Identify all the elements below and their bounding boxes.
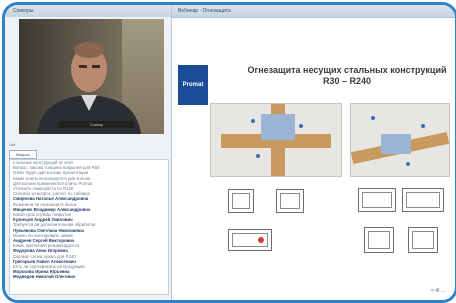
fire-board: [261, 114, 295, 140]
marker-icon: [421, 124, 425, 128]
fire-marker-icon: [258, 237, 264, 243]
column-section-2: [408, 227, 438, 253]
right-panel: Вебинар · Огнезащита Promat Огнезащита н…: [172, 5, 455, 300]
slide-footer: < 4/ ...: [430, 288, 445, 294]
marker-icon: [406, 162, 410, 166]
right-panel-header: Вебинар · Огнезащита: [172, 5, 455, 18]
speaker-figure: [37, 42, 141, 134]
beam-section-2: [402, 188, 444, 212]
fire-board: [381, 134, 411, 154]
beam-section-1: [358, 188, 396, 212]
chat-author: Медведев Николай Олегович: [13, 274, 76, 280]
speaker-video[interactable]: Спикер: [19, 19, 164, 134]
video-caption: Спикер: [59, 121, 134, 128]
cross-section-3: [228, 229, 272, 251]
left-panel: Спикеры Спикер Чат Вопрос стальных конст…: [5, 5, 172, 300]
chat-message: Медведев Николай Олегович: [10, 274, 168, 279]
chat-log[interactable]: стальных конструкций от огня Вопрос: како…: [9, 159, 169, 295]
diagram-beam-protection: [350, 103, 450, 177]
promat-logo: Promat: [178, 65, 208, 105]
chat-tab[interactable]: Вопрос: [9, 150, 37, 159]
app-frame: Спикеры Спикер Чат Вопрос стальных конст…: [2, 2, 456, 303]
marker-icon: [251, 119, 255, 123]
column-section-1: [364, 227, 394, 253]
diagram-column-protection: [210, 103, 342, 177]
left-panel-header: Спикеры: [5, 5, 171, 17]
cross-section-2: [276, 189, 304, 213]
slide-title: Огнезащита несущих стальных конструкций …: [247, 65, 447, 86]
marker-icon: [256, 154, 260, 158]
marker-icon: [299, 124, 303, 128]
cross-section-1: [228, 189, 254, 213]
chat-header: Чат: [9, 142, 16, 147]
marker-icon: [371, 116, 375, 120]
